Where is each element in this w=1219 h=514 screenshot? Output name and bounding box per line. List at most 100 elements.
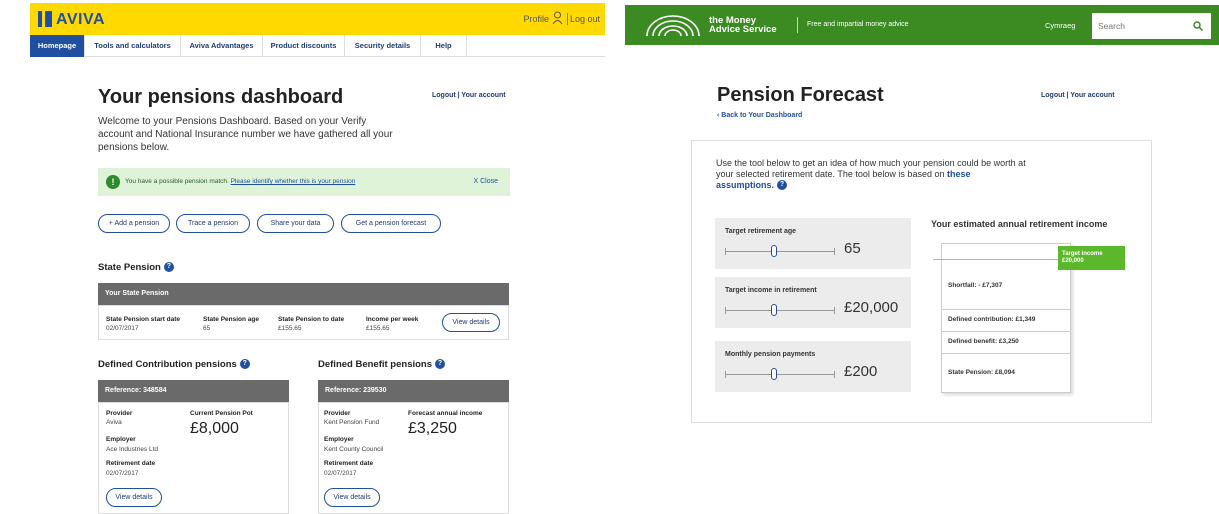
- monthly-payments-slider-track[interactable]: [725, 374, 835, 375]
- dc-retirement-label: Retirement date: [106, 460, 156, 467]
- db-income-value: £3,250: [408, 420, 457, 437]
- target-income-line: [933, 259, 1073, 260]
- tab-security-details[interactable]: Security details: [345, 35, 421, 57]
- target-income-label: Target income in retirement: [725, 287, 817, 294]
- retirement-age-slider-card: Target retirement age 65: [715, 218, 911, 269]
- defined-contribution-row: Defined contribution: £1,349: [941, 309, 1071, 331]
- mas-logo[interactable]: the Money Advice Service: [709, 16, 777, 35]
- pension-match-alert: ! You have a possible pension match. Ple…: [98, 168, 510, 196]
- monthly-payments-slider-card: Monthly pension payments £200: [715, 341, 911, 392]
- state-pension-age-value: 65: [203, 325, 211, 332]
- state-pension-view-details-button[interactable]: View details: [442, 313, 500, 332]
- tab-help[interactable]: Help: [421, 35, 467, 57]
- trace-pension-button[interactable]: Trace a pension: [176, 214, 250, 233]
- alert-icon: !: [106, 175, 120, 189]
- dc-retirement-value: 02/07/2017: [106, 470, 139, 477]
- db-provider-label: Provider: [324, 410, 351, 417]
- state-pension-row: State Pension: £8,094: [941, 353, 1071, 393]
- db-income-label: Forecast annual income: [408, 410, 483, 417]
- aviva-dashboard-screen: AVIVA Profile Log out Homepage Tools and…: [0, 0, 605, 514]
- retirement-age-slider-track[interactable]: [725, 251, 835, 252]
- monthly-payments-slider-handle[interactable]: [771, 368, 777, 380]
- db-retirement-value: 02/07/2017: [324, 470, 357, 477]
- pension-forecast-button[interactable]: Get a pension forecast: [341, 214, 441, 233]
- state-pension-heading: State Pension?: [98, 262, 174, 273]
- dc-employer-value: Ace Industries Ltd: [106, 446, 159, 453]
- db-reference-bar: Reference: 239530: [318, 380, 509, 402]
- db-employer-label: Employer: [324, 436, 354, 443]
- tab-aviva-advantages[interactable]: Aviva Advantages: [181, 35, 263, 57]
- dc-provider-label: Provider: [106, 410, 133, 417]
- pension-forecast-screen: the Money Advice Service Free and impart…: [625, 0, 1219, 514]
- language-link[interactable]: Cymraeg: [1045, 21, 1075, 30]
- help-icon[interactable]: ?: [777, 180, 788, 190]
- state-pension-bar: Your State Pension: [98, 283, 509, 305]
- state-pension-age-label: State Pension age: [203, 316, 259, 323]
- dc-view-details-button[interactable]: View details: [106, 488, 162, 507]
- tab-tools-and-calculators[interactable]: Tools and calculators: [85, 35, 181, 57]
- monthly-payments-value: £200: [844, 363, 878, 380]
- tagline: Free and impartial money advice: [807, 21, 909, 28]
- welcome-text: Welcome to your Pensions Dashboard. Base…: [98, 116, 393, 153]
- logout-link[interactable]: Log out: [570, 14, 600, 24]
- alert-close-button[interactable]: X Close: [473, 178, 498, 185]
- share-data-button[interactable]: Share your data: [257, 214, 334, 233]
- aviva-logo-icon: [38, 11, 52, 27]
- target-income-flag: Target income £20,000: [1058, 246, 1125, 270]
- tab-product-discounts[interactable]: Product discounts: [263, 35, 345, 57]
- user-icon[interactable]: [552, 11, 563, 25]
- db-retirement-label: Retirement date: [324, 460, 374, 467]
- target-income-slider-handle[interactable]: [771, 304, 777, 316]
- retirement-age-value: 65: [844, 240, 861, 257]
- aviva-header: AVIVA Profile Log out: [30, 3, 605, 35]
- retirement-age-label: Target retirement age: [725, 228, 797, 235]
- profile-link[interactable]: Profile: [523, 14, 549, 24]
- dc-pot-label: Current Pension Pot: [190, 410, 253, 417]
- db-pensions-heading: Defined Benefit pensions?: [318, 359, 446, 370]
- add-pension-button[interactable]: + Add a pension: [98, 214, 170, 233]
- help-icon[interactable]: ?: [163, 262, 174, 272]
- db-employer-value: Kent County Council: [324, 446, 384, 453]
- income-per-week-value: £155.65: [366, 325, 390, 332]
- header-divider: [567, 13, 568, 25]
- shortfall-row: Shortfall: - £7,307: [948, 282, 1003, 289]
- state-pension-to-date-value: £155.65: [278, 325, 302, 332]
- db-view-details-button[interactable]: View details: [324, 488, 380, 507]
- account-links[interactable]: Logout | Your account: [432, 92, 506, 99]
- dc-pot-value: £8,000: [190, 420, 239, 437]
- state-pension-start-value: 02/07/2017: [106, 325, 139, 332]
- search-icon[interactable]: [1193, 21, 1203, 31]
- page-title: Pension Forecast: [717, 84, 884, 106]
- dc-pensions-heading: Defined Contribution pensions?: [98, 359, 250, 370]
- header-divider: [797, 17, 798, 33]
- help-icon[interactable]: ?: [435, 359, 446, 369]
- state-pension-to-date-label: State Pension to date: [278, 316, 345, 323]
- rainbow-logo-icon[interactable]: [643, 14, 703, 36]
- target-income-slider-track[interactable]: [725, 310, 835, 311]
- db-provider-value: Kent Pension Fund: [324, 419, 380, 426]
- target-income-value: £20,000: [844, 299, 899, 316]
- aviva-logo[interactable]: AVIVA: [56, 11, 105, 29]
- income-per-week-label: Income per week: [366, 316, 419, 323]
- main-nav: Homepage Tools and calculators Aviva Adv…: [30, 35, 605, 57]
- forecast-panel: Use the tool below to get an idea of how…: [691, 140, 1152, 423]
- monthly-payments-label: Monthly pension payments: [725, 351, 816, 358]
- page-title: Your pensions dashboard: [98, 86, 344, 108]
- mas-header: the Money Advice Service Free and impart…: [625, 5, 1219, 45]
- back-to-dashboard-link[interactable]: ‹ Back to Your Dashboard: [717, 112, 802, 119]
- search-box: [1092, 13, 1211, 39]
- target-income-slider-card: Target income in retirement £20,000: [715, 277, 911, 328]
- retirement-age-slider-handle[interactable]: [771, 245, 777, 257]
- tab-homepage[interactable]: Homepage: [30, 35, 85, 57]
- dc-provider-value: Aviva: [106, 419, 122, 426]
- state-pension-start-label: State Pension start date: [106, 316, 181, 323]
- help-icon[interactable]: ?: [239, 359, 250, 369]
- identify-pension-link[interactable]: Please identify whether this is your pen…: [231, 178, 356, 185]
- defined-benefit-row: Defined benefit: £3,250: [941, 331, 1071, 353]
- intro-text: Use the tool below to get an idea of how…: [716, 158, 1026, 190]
- dc-employer-label: Employer: [106, 436, 136, 443]
- dc-reference-bar: Reference: 348584: [98, 380, 289, 402]
- estimate-heading: Your estimated annual retirement income: [931, 219, 1108, 229]
- alert-message: You have a possible pension match.: [125, 178, 229, 185]
- account-links[interactable]: Logout | Your account: [1041, 92, 1115, 99]
